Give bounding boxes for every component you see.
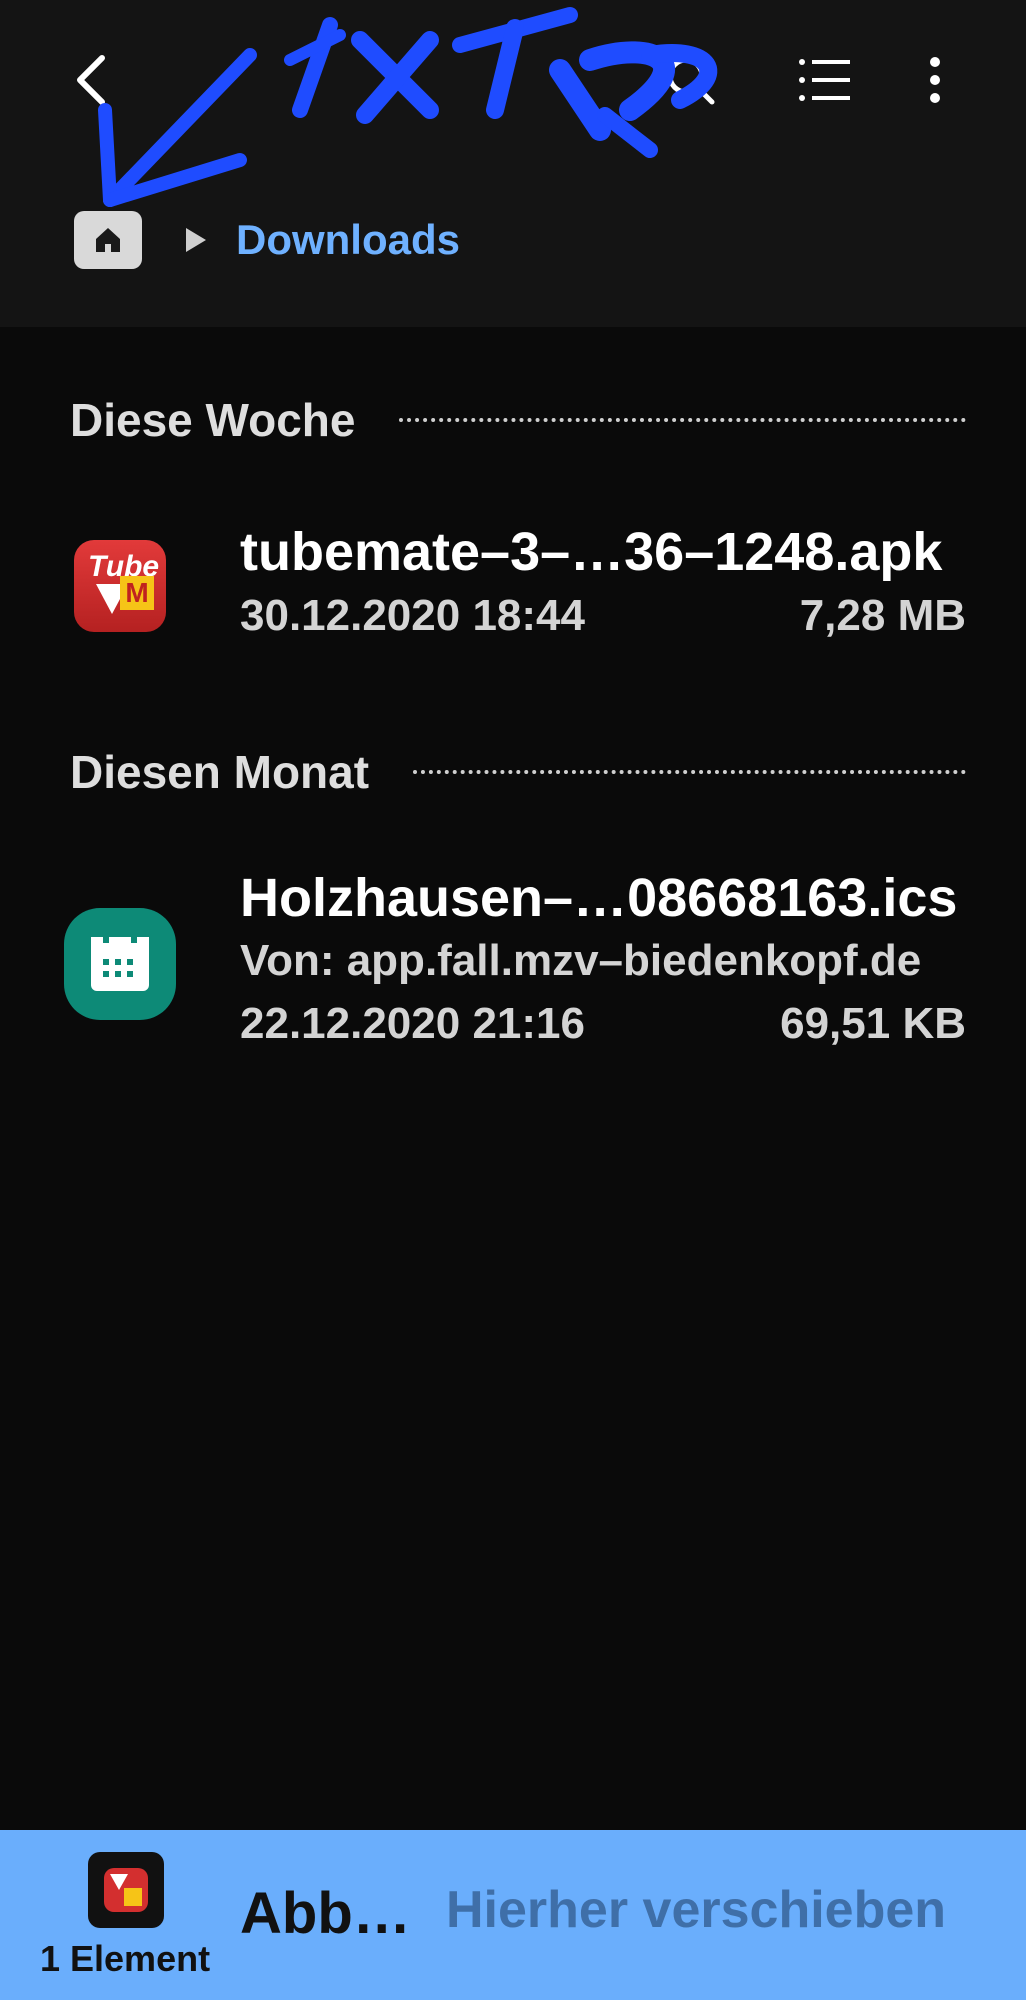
- more-vertical-icon: [930, 57, 940, 103]
- cancel-button[interactable]: Abb…: [240, 1880, 411, 1947]
- file-info: Holzhausen–…08668163.ics Von: app.fall.m…: [240, 866, 966, 1056]
- app-header: Downloads: [0, 0, 1026, 327]
- more-options-button[interactable]: [910, 44, 960, 116]
- section-header-this-week: Diese Woche: [70, 390, 966, 450]
- tubemate-app-icon: [104, 1868, 148, 1912]
- section-title: Diesen Monat: [70, 746, 370, 798]
- file-meta: 30.12.2020 18:44 7,28 MB: [240, 584, 966, 648]
- selected-count: 1 Element: [40, 1938, 211, 1979]
- section-divider: [399, 418, 966, 422]
- search-icon: [667, 57, 715, 105]
- list-view-icon: [799, 59, 850, 101]
- breadcrumb-current[interactable]: Downloads: [236, 216, 460, 264]
- move-here-button[interactable]: Hierher verschieben: [446, 1880, 946, 1940]
- file-source: Von: app.fall.mzv–biedenkopf.de: [240, 936, 922, 985]
- search-button[interactable]: [650, 44, 730, 116]
- file-size: 7,28 MB: [799, 591, 966, 640]
- breadcrumb: Downloads: [74, 210, 460, 270]
- breadcrumb-separator-icon: [186, 228, 206, 252]
- file-name: tubemate–3–…36–1248.apk: [240, 522, 943, 582]
- back-arrow-icon: [77, 55, 105, 105]
- file-date: 22.12.2020 21:16: [240, 999, 585, 1048]
- home-icon: [96, 228, 120, 252]
- section-divider: [413, 770, 966, 774]
- file-row-holzhausen[interactable]: Holzhausen–…08668163.ics Von: app.fall.m…: [60, 866, 966, 1066]
- back-button[interactable]: [60, 44, 120, 116]
- home-button[interactable]: [74, 211, 142, 269]
- tubemate-app-icon: Tube M: [74, 540, 166, 632]
- file-row-tubemate[interactable]: Tube M tubemate–3–…36–1248.apk 30.12.202…: [60, 520, 966, 660]
- file-name: Holzhausen–…08668163.ics: [240, 868, 958, 928]
- section-header-this-month: Diesen Monat: [70, 742, 966, 802]
- section-title: Diese Woche: [70, 394, 356, 446]
- bottom-action-bar: 1 Element Abb… Hierher verschieben: [0, 1830, 1026, 2000]
- file-meta: 22.12.2020 21:16 69,51 KB: [240, 992, 966, 1056]
- file-manager-screen: Downloads Diese Woche Tube M tubemate–3–…: [0, 0, 1026, 2000]
- list-view-button[interactable]: [790, 44, 860, 116]
- file-info: tubemate–3–…36–1248.apk 30.12.2020 18:44…: [240, 520, 966, 648]
- selected-item-thumbnail: [88, 1852, 164, 1928]
- calendar-icon: [64, 908, 176, 1020]
- file-date: 30.12.2020 18:44: [240, 591, 585, 640]
- file-size: 69,51 KB: [780, 999, 966, 1048]
